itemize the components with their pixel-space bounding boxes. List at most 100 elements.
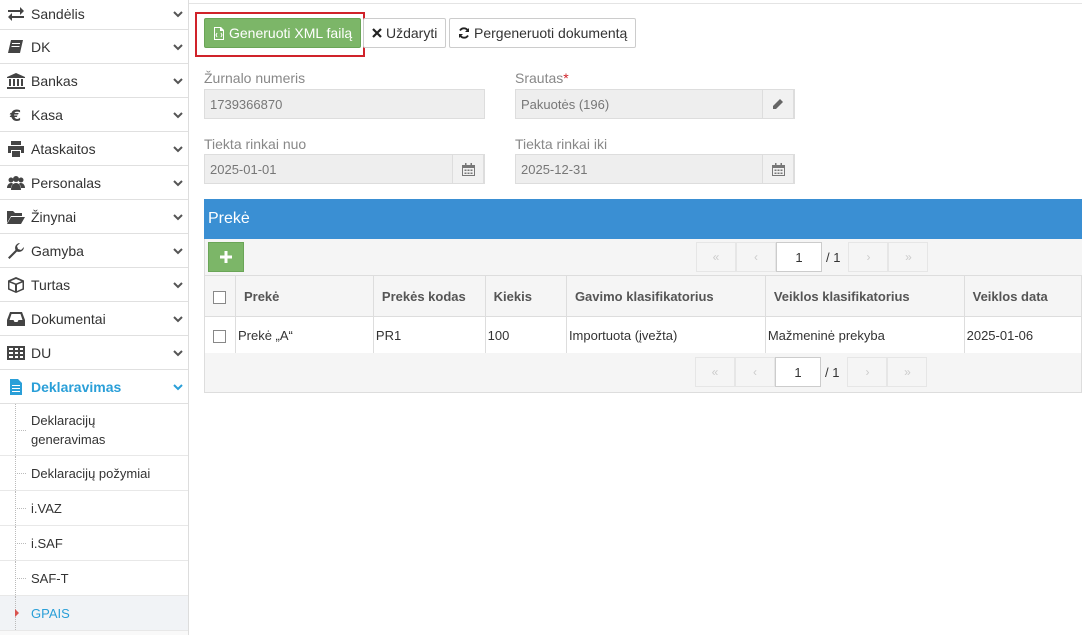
add-row-button[interactable] (208, 242, 244, 272)
file-code-icon (214, 26, 224, 40)
chevron-down-icon (168, 144, 188, 154)
sidebar-subitem-deklaraciju-pozymiai[interactable]: Deklaracijų požymiai (0, 456, 188, 491)
sidebar-item-label: Personalas (31, 174, 102, 191)
print-icon (0, 140, 31, 157)
supplied-to-label: Tiekta rinkai iki (515, 136, 608, 152)
sidebar-subitem-ivaz[interactable]: i.VAZ (0, 491, 188, 526)
calendar-button[interactable] (452, 154, 484, 184)
page-input[interactable]: 1 (776, 242, 822, 272)
sidebar-subitem-label: Deklaracijų generavimas (31, 412, 106, 447)
close-label: Uždaryti (386, 25, 438, 41)
sidebar-item-dokumentai[interactable]: Dokumentai (0, 302, 188, 336)
sidebar-item-label: Sandėlis (31, 5, 85, 22)
sidebar-item-personalas[interactable]: Personalas (0, 166, 188, 200)
next-page-button[interactable]: › (847, 357, 888, 387)
prev-page-button[interactable]: ‹ (736, 242, 776, 272)
sidebar-item-label: Ataskaitos (31, 140, 96, 157)
column-header[interactable]: Veiklos data (963, 275, 1082, 317)
edit-button[interactable] (762, 89, 794, 119)
sidebar-item-label: Deklaravimas (31, 378, 122, 395)
sidebar-item-deklaravimas[interactable]: Deklaravimas (0, 370, 188, 404)
exchange-icon (0, 6, 31, 22)
sidebar-item-label: Gamyba (31, 242, 84, 259)
table-cell: Prekė „A“ (234, 316, 374, 354)
row-select-cell[interactable] (204, 316, 236, 354)
row-checkbox[interactable] (213, 329, 226, 343)
table-row[interactable]: Prekė „A“ PR1 100 Importuota (įvežta) Ma… (204, 316, 1082, 354)
calendar-icon (461, 162, 475, 176)
sidebar-item-dk[interactable]: DK (0, 30, 188, 64)
flow-label: Srautas* (515, 70, 569, 86)
last-page-button[interactable]: » (888, 242, 929, 272)
calendar-button[interactable] (762, 154, 794, 184)
column-header[interactable]: Veiklos klasifikatorius (764, 275, 965, 317)
regenerate-document-button[interactable]: Pergeneruoti dokumentą (449, 18, 637, 48)
select-all-checkbox[interactable] (213, 290, 226, 304)
sidebar-item-label: Dokumentai (31, 310, 106, 327)
last-page-button[interactable]: » (887, 357, 928, 387)
flow-label-text: Srautas (515, 70, 564, 86)
main-content: Generuoti XML failą Uždaryti Pergeneruot… (189, 0, 1082, 635)
inbox-icon (0, 311, 31, 327)
sidebar-item-turtas[interactable]: Turtas (0, 268, 188, 302)
supplied-from-field[interactable]: 2025-01-01 (204, 154, 485, 184)
document-icon (0, 378, 31, 395)
supplied-from-value: 2025-01-01 (210, 161, 277, 177)
sidebar-subitem-isaf[interactable]: i.SAF (0, 526, 188, 561)
sidebar-item-zinynai[interactable]: Žinynai (0, 200, 188, 234)
table-cell: PR1 (372, 316, 486, 354)
sidebar-item-label: DK (31, 38, 51, 55)
sidebar-subitem-label: GPAIS (31, 605, 70, 621)
sidebar-item-bankas[interactable]: Bankas (0, 64, 188, 98)
table-cell: Mažmeninė prekyba (764, 316, 965, 354)
sidebar-subitem-gpais[interactable]: GPAIS (0, 596, 188, 631)
folder-open-icon (0, 209, 31, 225)
sidebar-subitem-label: Deklaracijų požymiai (31, 465, 151, 481)
page-input[interactable]: 1 (775, 357, 821, 387)
pencil-icon (773, 99, 783, 109)
page-total: / 1 (825, 364, 840, 380)
table-header-row: Prekė Prekės kodas Kiekis Gavimo klasifi… (204, 275, 1082, 317)
supplied-from-label: Tiekta rinkai nuo (204, 136, 307, 152)
column-header[interactable]: Prekės kodas (372, 275, 486, 317)
table-icon (0, 345, 31, 361)
flow-field[interactable]: Pakuotės (196) (515, 89, 795, 119)
sidebar-item-gamyba[interactable]: Gamyba (0, 234, 188, 268)
chevron-down-icon (168, 280, 188, 290)
first-page-button[interactable]: « (696, 242, 736, 272)
flow-value: Pakuotės (196) (521, 96, 610, 112)
chevron-down-icon (168, 246, 188, 256)
sidebar-item-kasa[interactable]: € Kasa (0, 98, 188, 132)
plus-icon (220, 251, 232, 263)
sidebar-item-du[interactable]: DU (0, 336, 188, 370)
sidebar-subitem-deklaraciju-generavimas[interactable]: Deklaracijų generavimas (0, 404, 188, 456)
sidebar-item-sandelis[interactable]: Sandėlis (0, 0, 188, 30)
regenerate-label: Pergeneruoti dokumentą (474, 25, 628, 41)
column-header[interactable]: Prekė (234, 275, 374, 317)
refresh-icon (459, 27, 469, 39)
column-header[interactable]: Kiekis (484, 275, 567, 317)
book-icon (0, 39, 31, 55)
close-button[interactable]: Uždaryti (363, 18, 447, 48)
bank-icon (0, 72, 31, 89)
journal-number-field[interactable]: 1739366870 (204, 89, 485, 119)
sidebar-item-label: Kasa (31, 106, 63, 123)
supplied-to-field[interactable]: 2025-12-31 (515, 154, 795, 184)
prev-page-button[interactable]: ‹ (735, 357, 775, 387)
select-all-cell[interactable] (204, 275, 236, 317)
sidebar-item-ataskaitos[interactable]: Ataskaitos (0, 132, 188, 166)
journal-number-value: 1739366870 (210, 96, 283, 112)
chevron-down-icon (168, 212, 188, 222)
first-page-button[interactable]: « (695, 357, 735, 387)
column-header[interactable]: Gavimo klasifikatorius (565, 275, 766, 317)
table-cell: 2025-01-06 (963, 316, 1082, 354)
sidebar-subitem-saft[interactable]: SAF-T (0, 561, 188, 596)
chevron-down-icon (168, 42, 188, 52)
next-page-button[interactable]: › (848, 242, 889, 272)
wrench-icon (0, 242, 31, 259)
generate-xml-button[interactable]: Generuoti XML failą (204, 18, 362, 48)
generate-xml-label: Generuoti XML failą (229, 25, 353, 41)
close-icon (372, 28, 382, 38)
users-icon (0, 175, 31, 191)
chevron-down-icon (168, 76, 188, 86)
